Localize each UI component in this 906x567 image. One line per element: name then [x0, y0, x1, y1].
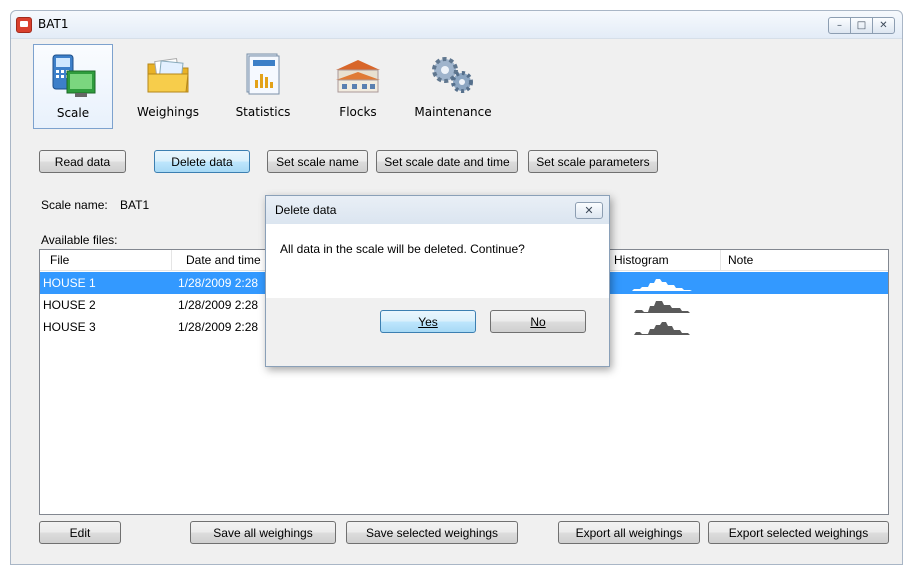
dialog-title: Delete data	[275, 203, 337, 217]
dialog-message: All data in the scale will be deleted. C…	[280, 242, 525, 256]
set-scale-datetime-button[interactable]: Set scale date and time	[376, 150, 518, 173]
gears-icon	[429, 52, 477, 98]
file-cell: HOUSE 2	[43, 298, 96, 312]
yes-button[interactable]: Yes	[380, 310, 476, 333]
main-window: BAT1 – □ ✕ Scale Weighings Statistics Fl…	[10, 10, 903, 565]
statistics-icon	[239, 52, 287, 98]
scale-icon	[49, 53, 97, 99]
title-bar[interactable]: BAT1 – □ ✕	[11, 11, 902, 39]
tool-label: Flocks	[339, 105, 377, 119]
available-files-label: Available files:	[41, 233, 118, 247]
flocks-icon	[334, 52, 382, 98]
edit-button[interactable]: Edit	[39, 521, 121, 544]
tool-weighings[interactable]: Weighings	[128, 44, 208, 129]
datetime-cell: 1/28/2009 2:28	[178, 298, 259, 312]
tool-flocks[interactable]: Flocks	[318, 44, 398, 129]
set-scale-name-button[interactable]: Set scale name	[267, 150, 368, 173]
scale-name-value: BAT1	[120, 198, 150, 212]
delete-data-button[interactable]: Delete data	[154, 150, 250, 173]
tool-scale[interactable]: Scale	[33, 44, 113, 129]
tool-statistics[interactable]: Statistics	[223, 44, 303, 129]
window-controls: – □ ✕	[828, 17, 895, 34]
no-button[interactable]: No	[490, 310, 586, 333]
app-icon	[16, 17, 32, 33]
file-cell: HOUSE 3	[43, 320, 96, 334]
histogram-thumbnail	[620, 322, 708, 335]
column-histogram[interactable]: Histogram	[614, 253, 669, 267]
save-selected-weighings-button[interactable]: Save selected weighings	[346, 521, 518, 544]
main-toolbar: Scale Weighings Statistics Flocks Mainte…	[33, 44, 508, 129]
datetime-cell: 1/28/2009 2:28	[178, 276, 259, 290]
window-title: BAT1	[38, 17, 69, 31]
tool-maintenance[interactable]: Maintenance	[413, 44, 493, 129]
maximize-icon[interactable]: □	[850, 17, 873, 34]
datetime-cell: 1/28/2009 2:28	[178, 320, 259, 334]
save-all-weighings-button[interactable]: Save all weighings	[190, 521, 336, 544]
column-divider	[171, 250, 172, 271]
tool-label: Statistics	[235, 105, 291, 119]
tool-label: Scale	[56, 106, 90, 120]
close-icon[interactable]: ✕	[575, 202, 603, 219]
dialog-title-bar[interactable]: Delete data ✕	[266, 196, 609, 224]
column-divider	[720, 250, 721, 271]
minimize-icon[interactable]: –	[828, 17, 851, 34]
export-all-weighings-button[interactable]: Export all weighings	[558, 521, 700, 544]
scale-name-label: Scale name:	[41, 198, 108, 212]
delete-data-dialog: Delete data ✕ All data in the scale will…	[265, 195, 610, 367]
dialog-body: All data in the scale will be deleted. C…	[266, 224, 609, 298]
read-data-button[interactable]: Read data	[39, 150, 126, 173]
folder-icon	[144, 52, 192, 98]
column-note[interactable]: Note	[728, 253, 753, 267]
tool-label: Weighings	[137, 105, 199, 119]
close-icon[interactable]: ✕	[872, 17, 895, 34]
histogram-thumbnail	[620, 301, 708, 313]
file-cell: HOUSE 1	[43, 276, 96, 290]
tool-label: Maintenance	[414, 105, 492, 119]
column-file[interactable]: File	[50, 253, 69, 267]
column-datetime[interactable]: Date and time	[186, 253, 261, 267]
set-scale-parameters-button[interactable]: Set scale parameters	[528, 150, 658, 173]
export-selected-weighings-button[interactable]: Export selected weighings	[708, 521, 889, 544]
histogram-thumbnail	[620, 279, 708, 291]
